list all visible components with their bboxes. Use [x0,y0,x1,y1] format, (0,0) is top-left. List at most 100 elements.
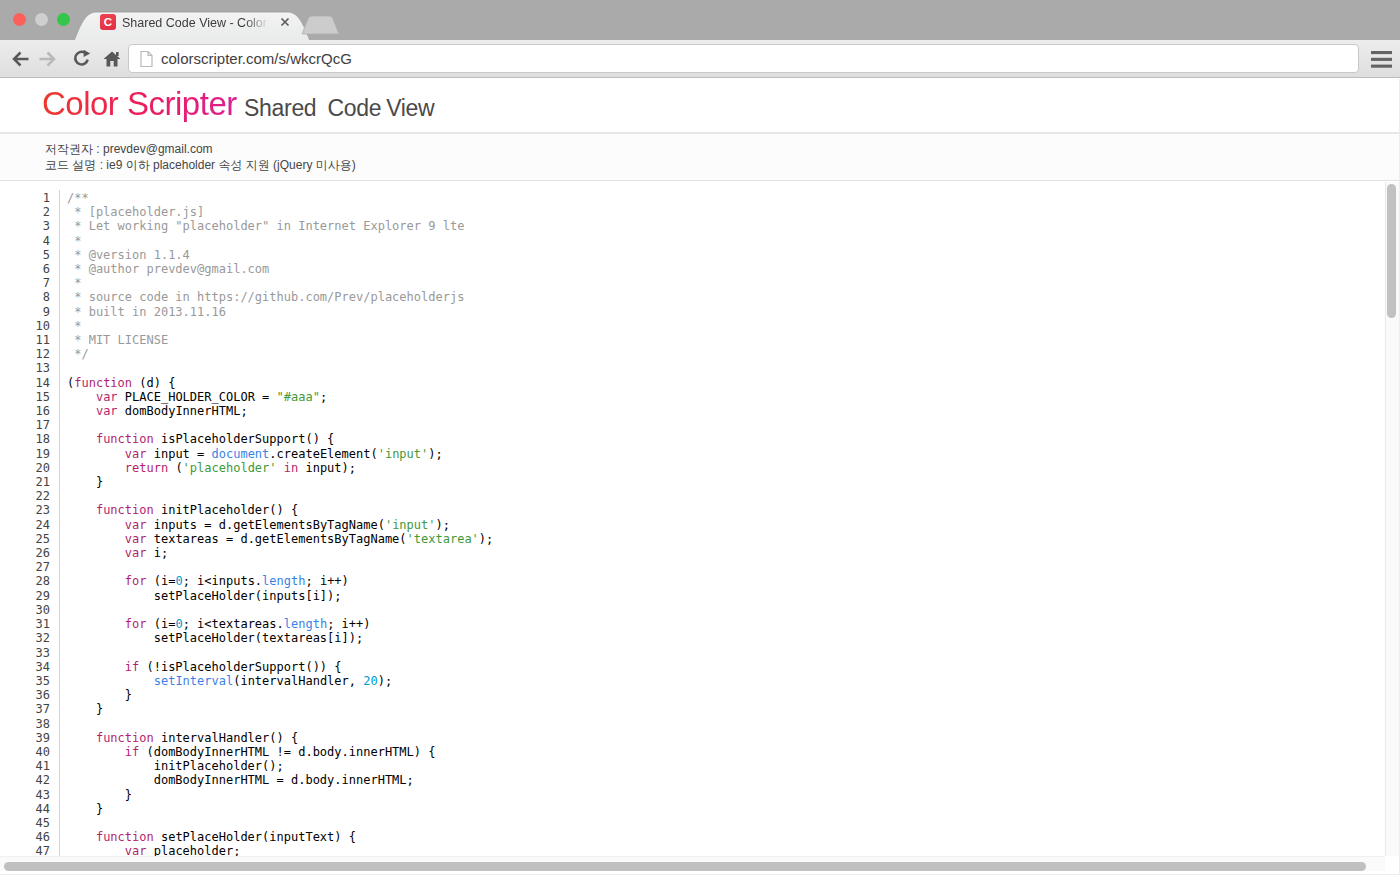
line-number: 35 [0,674,50,688]
back-button[interactable] [11,49,31,69]
line-number: 9 [0,305,50,319]
scrollbar-corner [1385,856,1400,871]
code-line: * [placeholder.js] [67,205,1385,219]
code-line: setPlaceHolder(inputs[i]); [67,589,1385,603]
code-line: for (i=0; i<textareas.length; i++) [67,617,1385,631]
code-line: * [67,276,1385,290]
line-number: 7 [0,276,50,290]
code-line: } [67,475,1385,489]
line-number: 38 [0,717,50,731]
refresh-button[interactable] [71,49,91,69]
tab-favicon: C [100,14,116,30]
code-line: * built in 2013.11.16 [67,305,1385,319]
line-number: 29 [0,589,50,603]
line-number: 20 [0,461,50,475]
line-number: 31 [0,617,50,631]
code-line: var i; [67,546,1385,560]
line-number: 46 [0,830,50,844]
code-line: for (i=0; i<inputs.length; i++) [67,574,1385,588]
code-content: /** * [placeholder.js] * Let working "pl… [60,182,1385,856]
line-number: 8 [0,290,50,304]
window-bottom-edge [0,871,1400,875]
code-viewer: 1234567891011121314151617181920212223242… [0,182,1385,856]
code-line: return ('placeholder' in input); [67,461,1385,475]
line-number: 39 [0,731,50,745]
code-line: setPlaceHolder(textareas[i]); [67,631,1385,645]
line-number: 37 [0,702,50,716]
line-number: 34 [0,660,50,674]
code-line: * [67,319,1385,333]
code-line: setInterval(intervalHandler, 20); [67,674,1385,688]
line-number: 28 [0,574,50,588]
line-number: 6 [0,262,50,276]
code-line: } [67,802,1385,816]
line-number: 21 [0,475,50,489]
code-line: initPlaceholder(); [67,759,1385,773]
line-number: 47 [0,844,50,856]
code-line: function isPlaceholderSupport() { [67,432,1385,446]
new-tab-button[interactable] [302,16,339,34]
url-text[interactable]: colorscripter.com/s/wkcrQcG [161,45,352,72]
author-line: 저작권자 : prevdev@gmail.com [45,142,1400,158]
code-line: } [67,788,1385,802]
page-icon [138,50,155,68]
line-number: 36 [0,688,50,702]
line-number: 42 [0,773,50,787]
forward-button[interactable] [37,49,57,69]
line-number: 43 [0,788,50,802]
line-number: 26 [0,546,50,560]
line-number: 16 [0,404,50,418]
line-number: 4 [0,234,50,248]
tab-bar: C Shared Code View - Color Scripter [0,0,1400,40]
line-number: 13 [0,361,50,375]
line-number: 40 [0,745,50,759]
line-number: 2 [0,205,50,219]
address-bar[interactable]: colorscripter.com/s/wkcrQcG [128,44,1359,73]
code-line [67,603,1385,617]
code-line: * [67,234,1385,248]
line-number: 33 [0,646,50,660]
code-line: * source code in https://github.com/Prev… [67,290,1385,304]
code-line: /** [67,191,1385,205]
line-numbers: 1234567891011121314151617181920212223242… [0,182,50,856]
code-line: function intervalHandler() { [67,731,1385,745]
line-number: 19 [0,447,50,461]
code-line: var placeholder; [67,844,1385,856]
line-number: 24 [0,518,50,532]
code-line: * Let working "placeholder" in Internet … [67,219,1385,233]
line-number: 32 [0,631,50,645]
site-logo[interactable]: Color Scripter [42,85,237,123]
code-line: * @version 1.1.4 [67,248,1385,262]
home-button[interactable] [102,49,122,69]
code-line: * @author prevdev@gmail.com [67,262,1385,276]
line-number: 15 [0,390,50,404]
code-line [67,717,1385,731]
line-number: 12 [0,347,50,361]
vertical-scrollbar-thumb[interactable] [1387,184,1396,318]
tab-close-icon[interactable] [279,16,291,28]
code-line [67,361,1385,375]
code-line: } [67,702,1385,716]
code-line [67,489,1385,503]
line-number: 27 [0,560,50,574]
code-line: var input = document.createElement('inpu… [67,447,1385,461]
menu-button[interactable] [1371,51,1392,68]
code-line: */ [67,347,1385,361]
code-line: } [67,688,1385,702]
line-number: 3 [0,219,50,233]
code-line [67,418,1385,432]
browser-toolbar: colorscripter.com/s/wkcrQcG [0,40,1400,78]
code-line: var domBodyInnerHTML; [67,404,1385,418]
code-line: var inputs = d.getElementsByTagName('inp… [67,518,1385,532]
line-number: 44 [0,802,50,816]
code-line: function initPlaceholder() { [67,503,1385,517]
tab-title: Shared Code View - Color Scripter [122,15,272,31]
line-number: 30 [0,603,50,617]
code-line: (function (d) { [67,376,1385,390]
code-line: domBodyInnerHTML = d.body.innerHTML; [67,773,1385,787]
line-number: 14 [0,376,50,390]
page-title: SharedCodeView [244,95,434,122]
horizontal-scrollbar-thumb[interactable] [4,862,1366,871]
description-line: 코드 설명 : ie9 이하 placeholder 속성 지원 (jQuery… [45,158,1400,174]
line-number: 10 [0,319,50,333]
